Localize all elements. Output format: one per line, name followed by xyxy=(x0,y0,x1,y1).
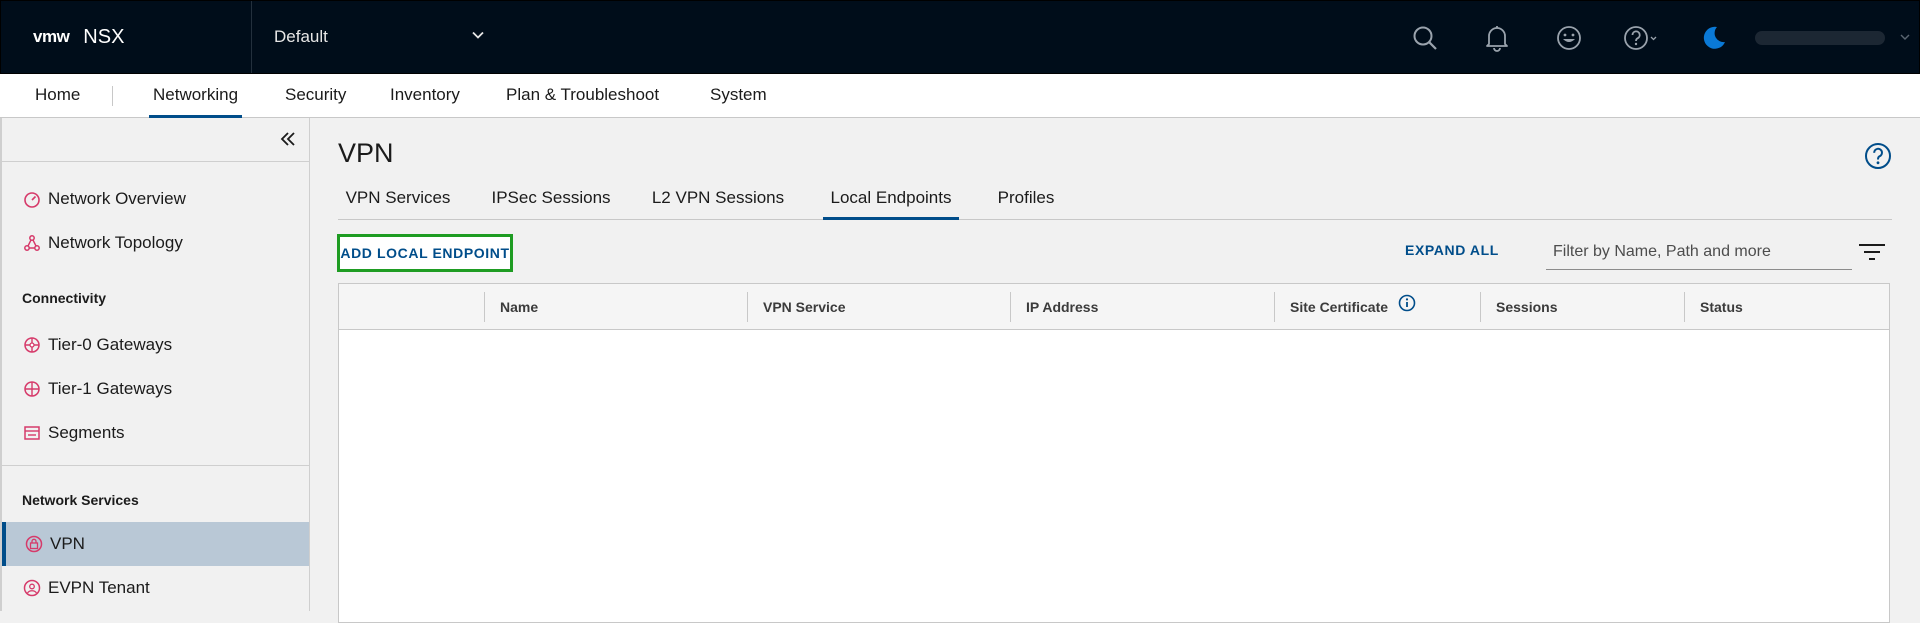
smiley-icon[interactable] xyxy=(1533,1,1605,75)
sidebar-divider xyxy=(2,465,309,466)
column-header-name[interactable]: Name xyxy=(486,284,538,330)
gauge-icon xyxy=(22,189,42,209)
sidebar-item-network-topology[interactable]: Network Topology xyxy=(2,221,309,265)
sidebar-item-label: Network Overview xyxy=(48,189,186,208)
column-divider xyxy=(747,292,748,322)
gateway-icon xyxy=(22,335,42,355)
column-divider xyxy=(1010,292,1011,322)
column-header-sessions[interactable]: Sessions xyxy=(1482,284,1557,330)
brand[interactable]: vmw NSX xyxy=(1,1,252,73)
bell-icon[interactable] xyxy=(1461,1,1533,75)
info-icon[interactable] xyxy=(1398,284,1416,330)
segments-icon xyxy=(22,423,42,443)
collapse-sidebar-icon[interactable] xyxy=(279,130,297,153)
sidebar-item-label: Tier-1 Gateways xyxy=(48,379,173,398)
nav-system[interactable]: System xyxy=(710,74,767,118)
tab-local-endpoints[interactable]: Local Endpoints xyxy=(823,176,959,220)
user-menu[interactable] xyxy=(1749,1,1919,75)
vpn-icon xyxy=(24,534,44,554)
page-title: VPN xyxy=(338,138,394,168)
filter-icon[interactable] xyxy=(1858,242,1886,267)
sidebar-item-label: Segments xyxy=(48,423,125,442)
sidebar-item-label: Network Topology xyxy=(48,233,183,252)
local-endpoints-grid: Name VPN Service IP Address Site Certifi… xyxy=(338,283,1890,623)
help-icon[interactable] xyxy=(1605,1,1677,75)
column-header-site-certificate[interactable]: Site Certificate xyxy=(1276,284,1416,330)
sidebar-item-tier0-gateways[interactable]: Tier-0 Gateways xyxy=(2,323,309,367)
tab-ipsec-sessions[interactable]: IPSec Sessions xyxy=(488,176,614,220)
project-selector[interactable]: Default xyxy=(252,1,492,73)
product-name: NSX xyxy=(83,25,125,48)
filter-input[interactable] xyxy=(1546,234,1852,270)
column-divider xyxy=(1480,292,1481,322)
chevron-down-icon xyxy=(1899,29,1911,47)
grid-header: Name VPN Service IP Address Site Certifi… xyxy=(339,284,1889,330)
column-header-label: Site Certificate xyxy=(1290,299,1389,315)
nav-inventory[interactable]: Inventory xyxy=(390,74,460,118)
username-redacted xyxy=(1755,31,1885,45)
expand-all-button[interactable]: EXPAND ALL xyxy=(1405,242,1499,258)
sidebar-item-evpn-tenant[interactable]: EVPN Tenant xyxy=(2,566,309,610)
tab-l2-vpn-sessions[interactable]: L2 VPN Sessions xyxy=(648,176,788,220)
nav-security[interactable]: Security xyxy=(285,74,346,118)
vmware-logo: vmw xyxy=(33,27,70,46)
sidebar-item-label: Tier-0 Gateways xyxy=(48,335,173,354)
sidebar-heading-connectivity: Connectivity xyxy=(22,290,107,306)
evpn-icon xyxy=(22,578,42,598)
vpn-tabs: VPN Services IPSec Sessions L2 VPN Sessi… xyxy=(338,176,1892,220)
project-selector-value: Default xyxy=(274,27,328,46)
help-circle-icon[interactable] xyxy=(1864,142,1892,175)
column-divider xyxy=(484,292,485,322)
sidebar-item-label: EVPN Tenant xyxy=(48,578,150,597)
sidebar-item-vpn[interactable]: VPN xyxy=(2,522,309,566)
column-divider xyxy=(1684,292,1685,322)
add-local-endpoint-button[interactable]: ADD LOCAL ENDPOINT xyxy=(337,234,513,272)
top-header: vmw NSX Default xyxy=(0,0,1920,74)
sidebar-item-label: VPN xyxy=(50,534,85,553)
sidebar-item-tier1-gateways[interactable]: Tier-1 Gateways xyxy=(2,367,309,411)
tab-vpn-services[interactable]: VPN Services xyxy=(342,176,454,220)
column-header-vpn-service[interactable]: VPN Service xyxy=(749,284,846,330)
column-header-status[interactable]: Status xyxy=(1686,284,1743,330)
topology-icon xyxy=(22,233,42,253)
chevron-down-icon xyxy=(470,27,486,48)
column-divider xyxy=(1274,292,1275,322)
sidebar: Network Overview Network Topology Connec… xyxy=(0,118,310,611)
nav-home[interactable]: Home xyxy=(35,74,80,118)
tab-profiles[interactable]: Profiles xyxy=(993,176,1059,220)
column-header-ip-address[interactable]: IP Address xyxy=(1012,284,1098,330)
sidebar-item-network-overview[interactable]: Network Overview xyxy=(2,177,309,221)
gateway-icon xyxy=(22,379,42,399)
main-nav: Home Networking Security Inventory Plan … xyxy=(0,74,1920,118)
moon-icon[interactable] xyxy=(1677,1,1749,75)
sidebar-collapse-row xyxy=(2,118,309,162)
search-icon[interactable] xyxy=(1389,1,1461,75)
nav-divider xyxy=(112,86,113,106)
sidebar-item-segments[interactable]: Segments xyxy=(2,411,309,455)
main-content: VPN VPN Services IPSec Sessions L2 VPN S… xyxy=(310,118,1920,623)
nav-plan-troubleshoot[interactable]: Plan & Troubleshoot xyxy=(506,74,659,118)
nav-networking[interactable]: Networking xyxy=(149,74,243,118)
sidebar-heading-network-services: Network Services xyxy=(22,492,139,508)
